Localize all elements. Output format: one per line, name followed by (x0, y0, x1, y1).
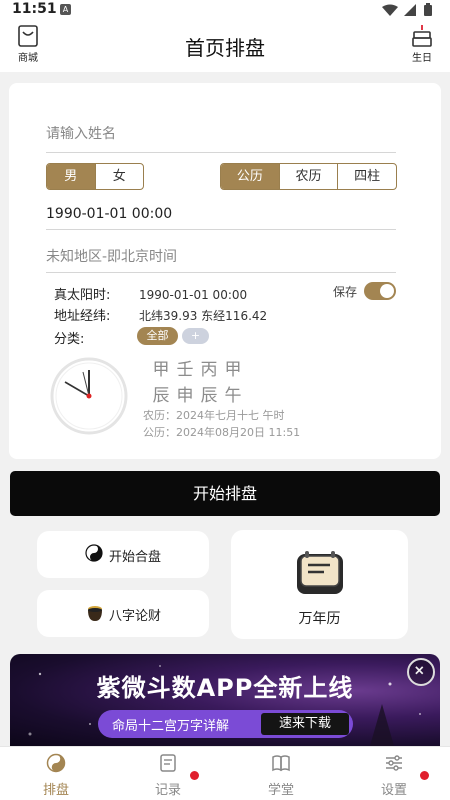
banner-subtitle: 命局十二宫万字详解 (112, 719, 230, 734)
status-bar: 11:51 A (0, 0, 450, 20)
coordinates-row: 地址经纬: 北纬39.93 东经116.42 (54, 305, 267, 324)
book-icon (272, 755, 290, 772)
branch-hour: 午 (224, 386, 242, 406)
stem-day: 丙 (200, 360, 218, 380)
banner-pill: 命局十二宫万字详解 速来下载 (98, 710, 353, 738)
coordinates-value: 北纬39.93 东经116.42 (139, 309, 268, 323)
calendar-label: 万年历 (298, 611, 341, 627)
calendar-book-icon (297, 551, 343, 594)
treasure-pot-icon (88, 606, 102, 621)
bazi-branches-row: 辰申辰午 (149, 381, 245, 406)
status-time: 11:51 (12, 1, 57, 17)
notification-app-icon: A (60, 4, 71, 15)
birthplace-input[interactable] (46, 241, 396, 265)
solar-date-text: 公历：2024年08月20日 11:51 (143, 426, 301, 439)
stem-month: 壬 (176, 360, 194, 380)
settings-icon (386, 755, 402, 771)
tab-settings[interactable]: 设置 (338, 747, 450, 800)
category-add-chip[interactable]: + (182, 328, 209, 344)
bazi-wealth-button[interactable]: 八字论财 (37, 590, 209, 637)
birth-datetime-field[interactable]: 1990-01-01 00:00 (46, 200, 396, 230)
coordinates-label: 地址经纬: (54, 309, 111, 324)
category-all-chip[interactable]: 全部 (137, 327, 178, 345)
tab-record[interactable]: 记录 (112, 747, 224, 800)
tab-settings-label: 设置 (380, 783, 407, 798)
tab-school-label: 学堂 (267, 783, 294, 798)
tab-paipan[interactable]: 排盘 (0, 747, 112, 800)
tab-record-label: 记录 (154, 783, 181, 798)
record-badge (190, 771, 199, 780)
category-row: 分类: (54, 328, 139, 347)
banner-title: 紫微斗数APP全新上线 (96, 674, 354, 702)
perpetual-calendar-button[interactable]: 万年历 (231, 530, 408, 639)
birth-datetime-value: 1990-01-01 00:00 (46, 206, 173, 222)
promo-banner[interactable]: 紫微斗数APP全新上线 命局十二宫万字详解 速来下载 (10, 654, 440, 746)
bazi-stems-row: 甲壬丙甲 (149, 355, 245, 380)
calendar-type-selector: 公历 农历 四柱 (220, 163, 397, 190)
toggle-knob (380, 284, 394, 298)
birthplace-field (46, 241, 396, 273)
lunar-date-text: 农历：2024年七月十七 午时 (143, 409, 285, 422)
stem-hour: 甲 (224, 360, 242, 380)
close-icon[interactable] (407, 658, 435, 686)
start-hepan-button[interactable]: 开始合盘 (37, 531, 209, 578)
gender-selector: 男 女 (46, 163, 144, 190)
bottom-tab-bar: 排盘 记录 学堂 设置 (0, 746, 450, 800)
solar-time-value: 1990-01-01 00:00 (139, 288, 248, 302)
birthday-label: 生日 (412, 53, 432, 64)
tab-paipan-label: 排盘 (42, 783, 69, 798)
clock-icon (50, 357, 128, 435)
page-title: 首页排盘 (185, 36, 265, 60)
save-toggle[interactable] (364, 282, 396, 300)
tab-school[interactable]: 学堂 (225, 747, 337, 800)
calendar-sizhu-option[interactable]: 四柱 (338, 164, 396, 189)
gender-male-option[interactable]: 男 (47, 164, 96, 189)
banner-download-button[interactable]: 速来下载 (261, 713, 349, 735)
birthday-cake-icon (412, 25, 432, 47)
record-icon (160, 754, 176, 772)
start-paipan-button[interactable]: 开始排盘 (10, 471, 440, 516)
branch-year: 辰 (152, 386, 170, 406)
save-label: 保存 (333, 285, 358, 299)
paipan-form-card: 男 女 公历 农历 四柱 1990-01-01 00:00 真太阳时: 1990-… (9, 83, 441, 459)
solar-time-label: 真太阳时: (54, 288, 111, 303)
solar-time-row: 真太阳时: 1990-01-01 00:00 (54, 284, 247, 303)
settings-badge (420, 771, 429, 780)
gender-female-option[interactable]: 女 (96, 164, 144, 189)
app-header: 商城 首页排盘 生日 (0, 20, 450, 72)
wealth-label: 八字论财 (109, 609, 162, 624)
hepan-label: 开始合盘 (109, 550, 162, 565)
calendar-solar-option[interactable]: 公历 (221, 164, 280, 189)
calendar-lunar-option[interactable]: 农历 (280, 164, 339, 189)
yinyang-tab-icon (46, 753, 66, 773)
category-label: 分类: (54, 332, 85, 347)
name-input[interactable] (46, 126, 396, 142)
birthday-button[interactable]: 生日 (402, 22, 442, 68)
branch-month: 申 (176, 386, 194, 406)
name-field (46, 123, 396, 153)
branch-day: 辰 (200, 386, 218, 406)
status-icons (382, 3, 432, 16)
stem-year: 甲 (152, 360, 170, 380)
yinyang-icon (85, 544, 103, 562)
